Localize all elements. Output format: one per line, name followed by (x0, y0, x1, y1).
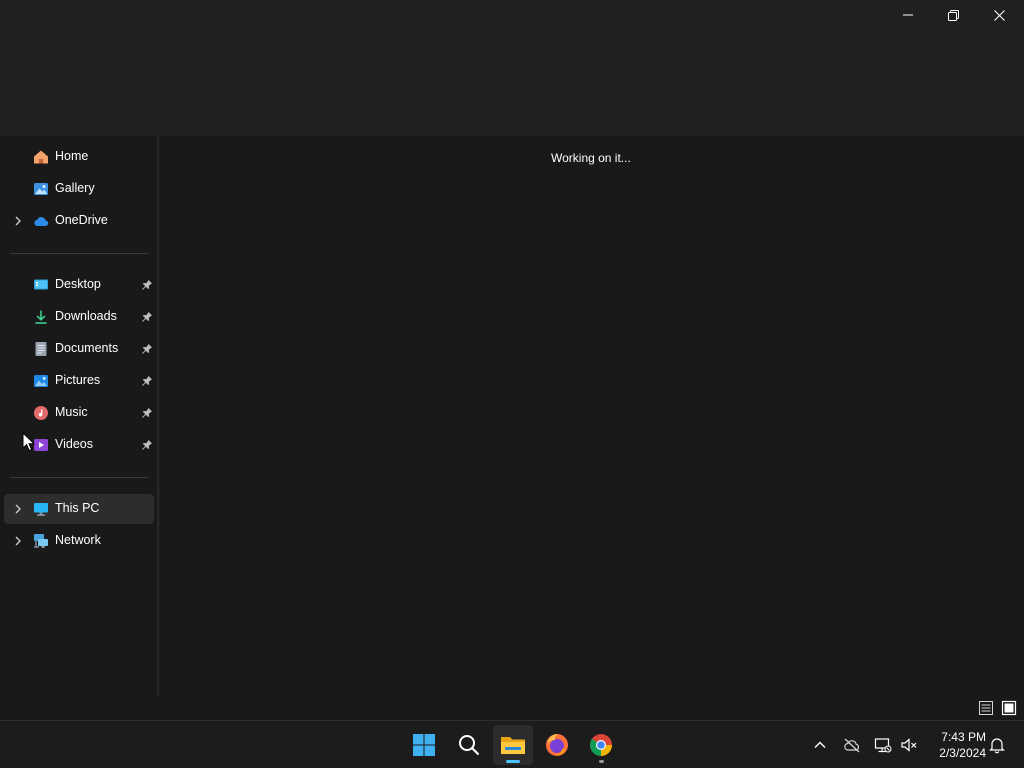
nav-label: Music (55, 405, 88, 419)
taskbar-file-explorer[interactable] (493, 725, 533, 765)
pin-icon[interactable] (141, 407, 153, 419)
documents-icon (35, 342, 47, 356)
nav-divider (10, 253, 148, 254)
navigation-pane[interactable]: Home Gallery OneDrive Desktop Downloads … (0, 136, 158, 696)
chrome-icon (590, 734, 612, 756)
nav-item-gallery[interactable]: Gallery (4, 174, 154, 204)
desktop-folder-icon (34, 279, 48, 290)
download-icon (35, 310, 47, 324)
pictures-icon (34, 375, 48, 387)
details-view-icon[interactable] (978, 700, 994, 716)
nav-label: This PC (55, 501, 100, 515)
search-icon (459, 735, 480, 756)
close-icon (993, 9, 1005, 21)
nav-label: Downloads (55, 309, 117, 323)
nav-label: Documents (55, 341, 119, 355)
minimize-icon (903, 14, 913, 16)
chevron-right-icon[interactable] (12, 535, 24, 547)
nav-item-documents[interactable]: Documents (4, 334, 154, 364)
nav-label: Network (55, 533, 101, 547)
computer-icon (34, 503, 48, 516)
nav-item-music[interactable]: Music (4, 398, 154, 428)
nav-item-network[interactable]: Network (4, 526, 154, 556)
home-icon (34, 150, 48, 164)
nav-label: Pictures (55, 373, 101, 387)
nav-label: Home (55, 149, 89, 163)
restore-icon (947, 9, 959, 21)
network-disconnected-icon[interactable] (874, 736, 892, 754)
taskbar-search-button[interactable] (449, 725, 489, 765)
music-icon (34, 406, 48, 420)
volume-muted-icon[interactable] (900, 736, 918, 754)
clock[interactable]: 7:43 PM 2/3/2024 (928, 729, 986, 761)
nav-divider (10, 477, 148, 478)
pin-icon[interactable] (141, 311, 153, 323)
nav-item-onedrive[interactable]: OneDrive (4, 206, 154, 236)
nav-item-desktop[interactable]: Desktop (4, 270, 154, 300)
status-bar (0, 696, 1024, 720)
title-bar (0, 0, 1024, 136)
nav-label: Desktop (55, 277, 101, 291)
clock-time: 7:43 PM (941, 730, 986, 744)
mouse-pointer-icon (22, 432, 36, 452)
start-button[interactable] (404, 725, 444, 765)
active-indicator (506, 760, 520, 763)
chevron-up-icon[interactable] (811, 736, 829, 754)
taskbar-chrome[interactable] (581, 725, 621, 765)
start-icon (413, 734, 435, 756)
nav-item-downloads[interactable]: Downloads (4, 302, 154, 332)
pin-icon[interactable] (141, 375, 153, 387)
file-list-area[interactable]: Working on it... (160, 136, 1024, 696)
clock-date: 2/3/2024 (939, 746, 986, 760)
nav-item-pictures[interactable]: Pictures (4, 366, 154, 396)
pin-icon[interactable] (141, 279, 153, 291)
nav-item-home[interactable]: Home (4, 142, 154, 172)
onedrive-offline-icon[interactable] (843, 736, 861, 754)
restore-button[interactable] (930, 0, 976, 30)
gallery-icon (34, 183, 48, 195)
large-icons-view-icon[interactable] (1001, 700, 1017, 716)
close-button[interactable] (976, 0, 1022, 30)
running-indicator (599, 760, 604, 763)
nav-item-this-pc[interactable]: This PC (4, 494, 154, 524)
nav-label: OneDrive (55, 213, 108, 227)
pin-icon[interactable] (141, 343, 153, 355)
chevron-right-icon[interactable] (12, 215, 24, 227)
file-explorer-window: Home Gallery OneDrive Desktop Downloads … (0, 0, 1024, 720)
nav-label: Gallery (55, 181, 95, 195)
firefox-icon (546, 734, 568, 756)
pin-icon[interactable] (141, 439, 153, 451)
notification-bell-icon[interactable] (988, 736, 1006, 754)
cloud-icon (34, 217, 49, 227)
file-explorer-icon (501, 737, 525, 754)
loading-message: Working on it... (551, 151, 631, 165)
chevron-right-icon[interactable] (12, 503, 24, 515)
minimize-button[interactable] (885, 0, 931, 30)
taskbar-firefox[interactable] (537, 725, 577, 765)
taskbar: 7:43 PM 2/3/2024 (0, 720, 1024, 768)
nav-label: Videos (55, 437, 93, 451)
network-icon (34, 534, 48, 548)
